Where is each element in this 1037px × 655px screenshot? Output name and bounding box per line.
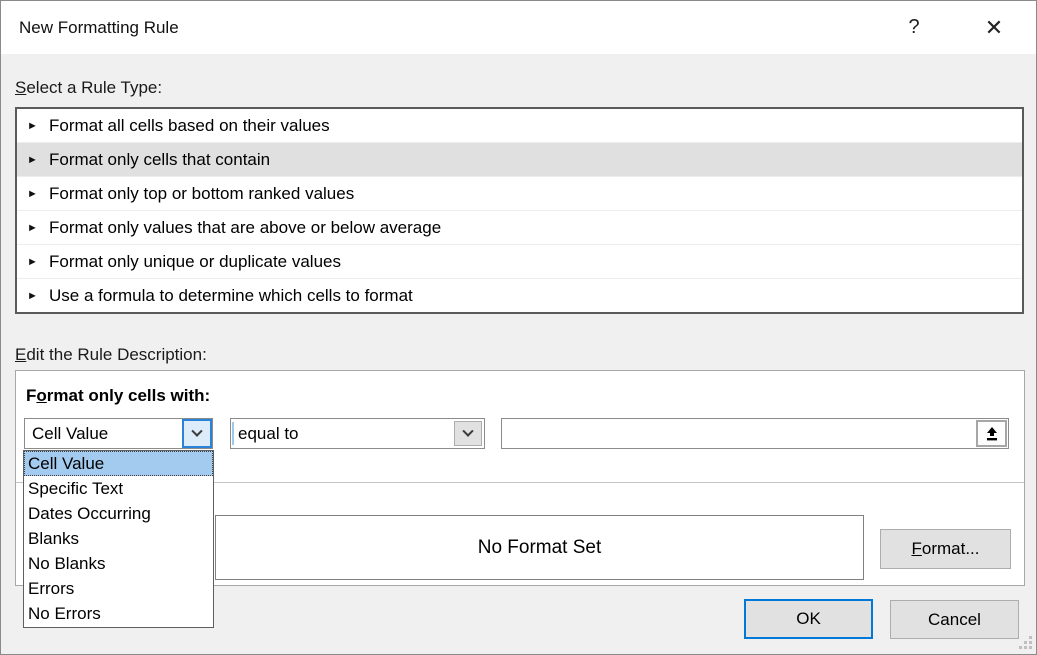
dropdown-option[interactable]: Blanks (24, 526, 213, 551)
rule-type-item[interactable]: ► Format only top or bottom ranked value… (17, 177, 1022, 211)
rule-type-item[interactable]: ► Use a formula to determine which cells… (17, 279, 1022, 312)
rule-type-item[interactable]: ► Format all cells based on their values (17, 109, 1022, 143)
pointer-icon: ► (27, 188, 49, 200)
pointer-icon: ► (27, 290, 49, 302)
text-caret (232, 422, 234, 445)
collapse-dialog-button[interactable] (976, 420, 1007, 447)
edit-rule-description-label: Edit the Rule Description: (15, 345, 207, 365)
close-icon[interactable]: ✕ (973, 1, 1015, 54)
dropdown-option[interactable]: No Errors (24, 602, 213, 627)
rule-type-item-label: Format only cells that contain (49, 150, 270, 170)
pointer-icon: ► (27, 222, 49, 234)
cell-value-dropdown-list: Cell Value Specific Text Dates Occurring… (23, 450, 214, 628)
pointer-icon: ► (27, 256, 49, 268)
format-preview-box: No Format Set (215, 515, 864, 580)
operator-combobox-value: equal to (238, 419, 299, 448)
rule-type-item-label: Format only top or bottom ranked values (49, 184, 354, 204)
dialog-title: New Formatting Rule (19, 1, 179, 54)
operator-combobox-dropdown-button[interactable] (454, 421, 482, 446)
value-input[interactable] (502, 419, 1008, 448)
dropdown-option[interactable]: Specific Text (24, 476, 213, 501)
cancel-button[interactable]: Cancel (890, 600, 1019, 639)
format-preview-text: No Format Set (478, 537, 602, 559)
rule-type-item[interactable]: ► Format only values that are above or b… (17, 211, 1022, 245)
dropdown-option[interactable]: No Blanks (24, 552, 213, 577)
pointer-icon: ► (27, 154, 49, 166)
help-icon[interactable]: ? (893, 1, 935, 54)
rule-type-item-label: Format only values that are above or bel… (49, 218, 441, 238)
range-select-icon (984, 426, 1000, 442)
dropdown-option[interactable]: Errors (24, 577, 213, 602)
select-rule-type-label: Select a Rule Type: (15, 78, 162, 98)
chevron-down-icon (191, 425, 202, 436)
new-formatting-rule-dialog: New Formatting Rule ? ✕ Select a Rule Ty… (0, 0, 1037, 655)
rule-type-item-label: Format all cells based on their values (49, 116, 330, 136)
format-button[interactable]: Format... (880, 529, 1011, 569)
resize-grip[interactable] (1019, 636, 1032, 649)
title-bar: New Formatting Rule ? ✕ (1, 1, 1036, 54)
format-only-cells-with-label: Format only cells with: (26, 386, 210, 406)
operator-combobox[interactable]: equal to (230, 418, 485, 449)
chevron-down-icon (462, 425, 473, 436)
dropdown-option[interactable]: Dates Occurring (24, 501, 213, 526)
rule-type-item[interactable]: ► Format only unique or duplicate values (17, 245, 1022, 279)
ok-button[interactable]: OK (744, 599, 873, 639)
cell-value-combobox-dropdown-button[interactable] (182, 419, 212, 448)
cell-value-combobox[interactable]: Cell Value (24, 418, 213, 449)
rule-type-listbox: ► Format all cells based on their values… (15, 107, 1024, 314)
cell-value-combobox-value: Cell Value (32, 419, 108, 448)
rule-type-item-selected[interactable]: ► Format only cells that contain (17, 143, 1022, 177)
dropdown-option-selected[interactable]: Cell Value (24, 451, 213, 476)
value-input-wrapper (501, 418, 1009, 449)
rule-type-item-label: Use a formula to determine which cells t… (49, 286, 413, 306)
pointer-icon: ► (27, 120, 49, 132)
rule-type-item-label: Format only unique or duplicate values (49, 252, 341, 272)
